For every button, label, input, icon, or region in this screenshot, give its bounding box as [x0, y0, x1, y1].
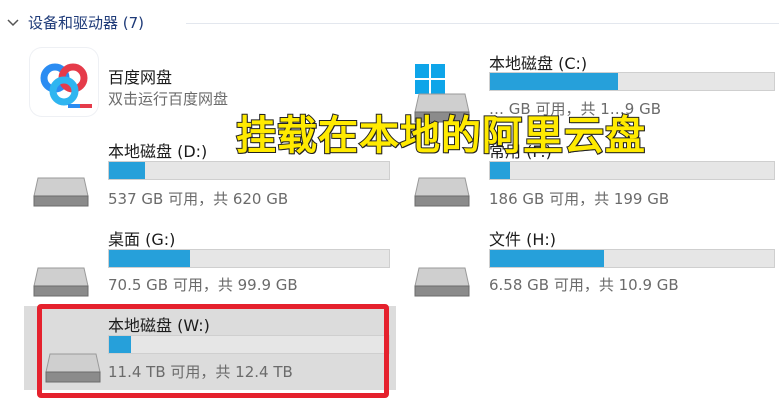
drive-usage: 537 GB 可用，共 620 GB — [108, 190, 289, 208]
hard-drive-icon — [33, 177, 89, 207]
usage-bar — [489, 249, 775, 268]
usage-bar-fill — [109, 250, 191, 267]
baidu-netdisk-icon — [30, 48, 98, 116]
usage-bar — [108, 161, 390, 180]
drive-name: 本地磁盘 (C:) — [489, 54, 588, 73]
drive-usage: 186 GB 可用，共 199 GB — [489, 190, 670, 208]
drive-name: 文件 (H:) — [489, 230, 556, 249]
drive-name: 百度网盘 — [108, 68, 173, 87]
drive-h[interactable]: 文件 (H:) 6.58 GB 可用，共 10.9 GB — [405, 220, 779, 300]
drive-name: 本地磁盘 (D:) — [108, 142, 208, 161]
usage-bar-fill — [490, 250, 604, 267]
drive-description: 双击运行百度网盘 — [108, 90, 229, 108]
usage-bar — [108, 249, 390, 268]
usage-bar-fill — [490, 162, 510, 179]
annotation-highlight-frame — [37, 304, 389, 398]
drive-usage: 6.58 GB 可用，共 10.9 GB — [489, 276, 679, 294]
usage-bar — [489, 161, 775, 180]
usage-bar-fill — [490, 73, 618, 90]
usage-bar — [489, 72, 775, 91]
hard-drive-icon — [414, 177, 470, 207]
overlay-caption: 挂载在本地的阿里云盘 — [235, 112, 646, 160]
hard-drive-icon — [414, 267, 470, 297]
hard-drive-icon — [33, 267, 89, 297]
drive-name: 桌面 (G:) — [108, 230, 176, 249]
usage-bar-fill — [109, 162, 146, 179]
drive-g[interactable]: 桌面 (G:) 70.5 GB 可用，共 99.9 GB — [24, 220, 394, 300]
drive-usage: 70.5 GB 可用，共 99.9 GB — [108, 276, 298, 294]
